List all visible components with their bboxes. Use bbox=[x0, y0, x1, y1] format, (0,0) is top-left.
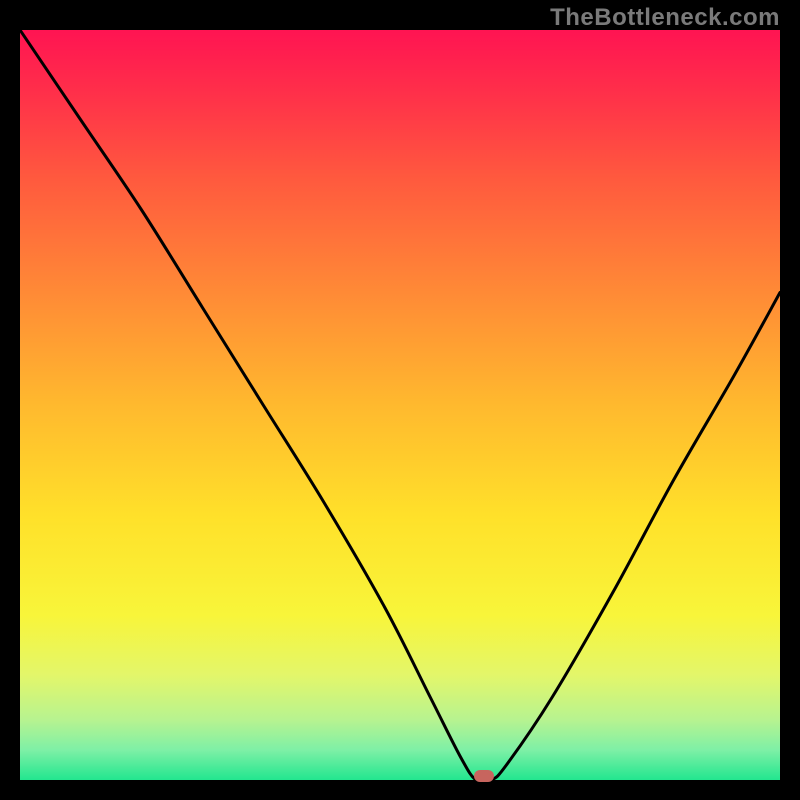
chart-frame: TheBottleneck.com bbox=[0, 0, 800, 800]
watermark-text: TheBottleneck.com bbox=[550, 4, 780, 32]
min-marker bbox=[474, 770, 494, 782]
plot-area bbox=[20, 30, 780, 780]
curve-layer bbox=[20, 30, 780, 780]
bottleneck-curve bbox=[20, 30, 780, 780]
